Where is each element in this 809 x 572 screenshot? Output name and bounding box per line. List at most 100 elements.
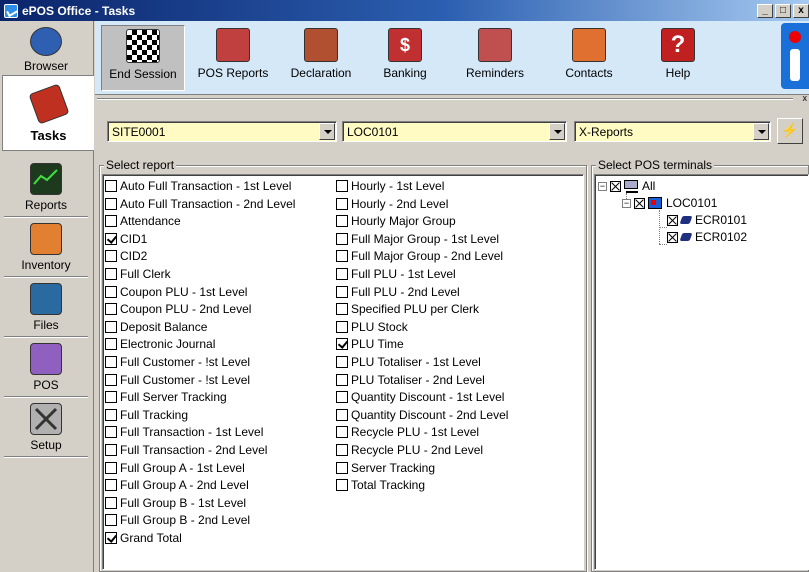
report-option[interactable]: Quantity Discount - 2nd Level [336,406,508,424]
report-option[interactable]: Full Tracking [105,406,188,424]
report-checkbox[interactable] [336,268,348,280]
tree-node-location[interactable]: − LOC0101 [622,195,717,211]
maximize-button[interactable]: □ [775,3,791,18]
report-checkbox[interactable] [336,391,348,404]
report-checkbox[interactable] [336,180,348,192]
report-type-select[interactable]: X-Reports [574,121,771,142]
report-checkbox[interactable] [105,180,117,192]
report-checkbox[interactable] [105,285,117,298]
report-checkbox[interactable] [105,215,117,228]
report-option[interactable]: PLU Totaliser - 1st Level [336,353,481,371]
report-option[interactable]: Hourly - 1st Level [336,177,444,195]
report-option[interactable]: Full Server Tracking [105,388,227,406]
report-checkbox[interactable] [105,320,117,333]
report-option[interactable]: Full PLU - 1st Level [336,265,456,283]
contacts-button[interactable]: Contacts [557,25,621,80]
report-checkbox[interactable] [105,532,117,544]
report-option[interactable]: CID1 [105,230,147,248]
nav-files[interactable]: Files [2,279,90,335]
report-checkbox[interactable] [105,479,117,492]
report-option[interactable]: Full PLU - 2nd Level [336,283,460,301]
nav-tasks[interactable]: Tasks [2,75,94,151]
report-checkbox[interactable] [336,426,348,439]
report-option[interactable]: PLU Time [336,335,404,353]
report-option[interactable]: Auto Full Transaction - 1st Level [105,177,291,195]
report-option[interactable]: Auto Full Transaction - 2nd Level [105,195,295,213]
report-option[interactable]: Full Major Group - 1st Level [336,230,499,248]
report-checkbox[interactable] [336,250,348,263]
location-select[interactable]: LOC0101 [342,121,567,142]
report-checkbox[interactable] [105,496,117,509]
declaration-button[interactable]: Declaration [283,25,359,80]
report-checkbox[interactable] [336,356,348,368]
info-icon[interactable] [781,23,809,89]
report-option[interactable]: Recycle PLU - 2nd Level [336,441,483,459]
report-option[interactable]: Coupon PLU - 1st Level [105,283,247,301]
tree-checkbox[interactable] [634,197,645,209]
report-option[interactable]: Grand Total [105,529,182,547]
report-option[interactable]: Attendance [105,212,181,230]
tree-node-all[interactable]: − All [598,178,655,194]
report-option[interactable]: Full Customer - !st Level [105,353,250,371]
report-checkbox[interactable] [105,197,117,210]
report-checkbox[interactable] [336,215,348,228]
report-option[interactable]: Full Group B - 2nd Level [105,511,250,529]
report-checkbox[interactable] [105,338,117,351]
site-select[interactable]: SITE0001 [107,121,337,142]
banking-button[interactable]: $ Banking [377,25,433,80]
report-checkbox[interactable] [105,461,117,474]
run-button[interactable]: ⚡ [777,118,803,144]
report-option[interactable]: Recycle PLU - 1st Level [336,423,479,441]
report-option[interactable]: Full Customer - !st Level [105,371,250,389]
nav-pos[interactable]: POS [2,339,90,395]
help-button[interactable]: ? Help [653,25,703,80]
report-checkbox[interactable] [336,285,348,298]
report-option[interactable]: Hourly - 2nd Level [336,195,448,213]
report-type-select-dropdown-icon[interactable] [753,123,769,140]
report-checkbox[interactable] [336,479,348,492]
report-checkbox[interactable] [336,461,348,474]
report-option[interactable]: PLU Totaliser - 2nd Level [336,371,485,389]
report-checkbox[interactable] [336,197,348,210]
report-option[interactable]: CID2 [105,247,147,265]
report-checkbox[interactable] [336,338,348,351]
report-checkbox[interactable] [336,320,348,333]
report-checkbox[interactable] [105,426,117,439]
close-button[interactable]: x [793,3,809,18]
report-option[interactable]: Specified PLU per Clerk [336,300,479,318]
report-checkbox[interactable] [336,444,348,456]
nav-browser[interactable]: Browser [2,23,90,73]
report-checkbox[interactable] [105,250,117,263]
report-checkbox[interactable] [105,268,117,280]
report-option[interactable]: Coupon PLU - 2nd Level [105,300,251,318]
report-checkbox[interactable] [336,232,348,245]
report-checkbox[interactable] [105,444,117,456]
end-session-button[interactable]: End Session [101,25,185,91]
pos-reports-button[interactable]: POS Reports [189,25,277,80]
report-option[interactable]: Full Clerk [105,265,171,283]
report-checkbox[interactable] [105,232,117,245]
nav-setup[interactable]: Setup [2,399,90,455]
report-checkbox[interactable] [336,408,348,421]
report-option[interactable]: PLU Stock [336,318,408,336]
reminders-button[interactable]: Reminders [457,25,533,80]
report-option[interactable]: Total Tracking [336,476,425,494]
report-option[interactable]: Full Group A - 1st Level [105,459,245,477]
report-option[interactable]: Full Group B - 1st Level [105,494,246,512]
report-checkbox[interactable] [105,514,117,527]
report-checkbox[interactable] [105,303,117,316]
report-option[interactable]: Quantity Discount - 1st Level [336,388,504,406]
tree-node-terminal[interactable]: ECR0102 [667,229,747,245]
report-option[interactable]: Hourly Major Group [336,212,456,230]
nav-reports[interactable]: Reports [2,159,90,215]
report-option[interactable]: Full Transaction - 1st Level [105,423,263,441]
report-option[interactable]: Full Transaction - 2nd Level [105,441,267,459]
report-option[interactable]: Deposit Balance [105,318,207,336]
nav-inventory[interactable]: Inventory [2,219,90,275]
site-select-dropdown-icon[interactable] [319,123,335,140]
report-checkbox[interactable] [105,408,117,421]
report-checkbox[interactable] [336,373,348,386]
tree-checkbox[interactable] [667,214,678,226]
report-checkbox[interactable] [105,356,117,368]
report-option[interactable]: Electronic Journal [105,335,215,353]
